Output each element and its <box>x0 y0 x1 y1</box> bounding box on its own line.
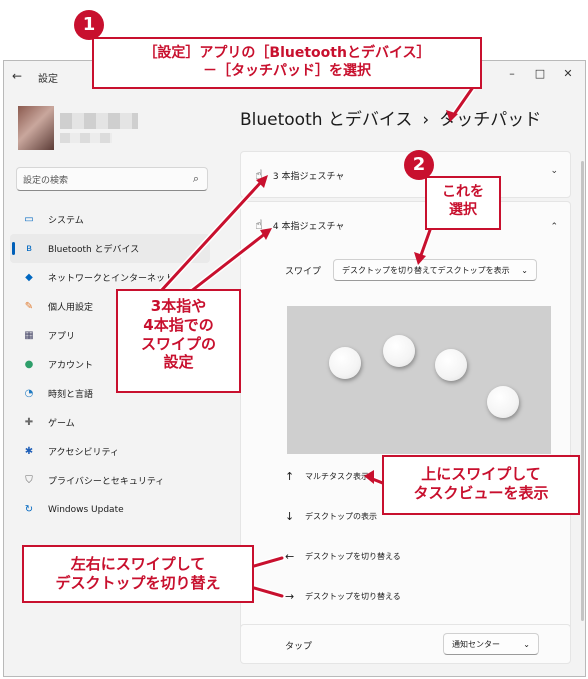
gesture-up-label: マルチタスク表示 <box>305 472 369 481</box>
callout-step1: ［設定］アプリの［Bluetoothとデバイス］ －［タッチパッド］を選択 <box>92 37 482 89</box>
wifi-icon: ◆ <box>25 272 33 283</box>
sidebar-item-label: Bluetooth とデバイス <box>48 245 140 255</box>
callout-select-line2: 選択 <box>449 201 477 218</box>
step-badge-1: 1 <box>74 10 104 40</box>
tap-setting-card: タップ 通知センター ⌄ <box>240 624 571 664</box>
avatar[interactable] <box>18 106 54 150</box>
gesture-down-row: ↓ デスクトップの表示 <box>285 510 377 523</box>
tap-dropdown[interactable]: 通知センター ⌄ <box>443 633 539 655</box>
person-icon: ● <box>24 359 34 370</box>
chevron-down-icon[interactable]: ⌄ <box>550 166 558 176</box>
clock-globe-icon: ◔ <box>24 388 34 399</box>
callout-task-line2: タスクビューを表示 <box>413 483 549 502</box>
callout-fingers-line3: スワイプの <box>140 334 216 353</box>
finger-dot <box>487 386 519 418</box>
four-finger-label: 4 本指ジェスチャ <box>272 222 345 232</box>
shield-icon: ⛉ <box>25 475 33 486</box>
callout-switch-line1: 左右にスワイプして <box>70 555 206 573</box>
callout-switch-line2: デスクトップを切り替え <box>55 573 221 592</box>
sidebar-item-privacy[interactable]: ⛉ プライバシーとセキュリティ <box>10 466 210 495</box>
swipe-dropdown[interactable]: デスクトップを切り替えてデスクトップを表示 ⌄ <box>333 259 537 281</box>
arrow-down-icon: ↓ <box>285 510 295 523</box>
active-indicator <box>12 242 15 255</box>
update-icon: ↻ <box>24 504 34 515</box>
close-button[interactable]: ✕ <box>558 67 578 80</box>
sidebar-item-label: アカウント <box>48 361 94 371</box>
gesture-preview <box>287 306 551 454</box>
sidebar-item-label: プライバシーとセキュリティ <box>48 477 165 487</box>
sidebar-item-network[interactable]: ◆ ネットワークとインターネット <box>10 263 210 292</box>
sidebar-item-label: ネットワークとインターネット <box>48 274 175 284</box>
sidebar-item-windows-update[interactable]: ↻ Windows Update <box>10 495 210 524</box>
sidebar-item-bluetooth[interactable]: ʙ Bluetooth とデバイス <box>10 234 210 263</box>
tap-label: タップ <box>285 642 313 652</box>
sidebar-item-label: Windows Update <box>48 504 124 515</box>
scrollbar[interactable] <box>581 161 584 621</box>
page-title: タッチパッド <box>439 110 542 130</box>
callout-fingers-line2: 4本指での <box>143 315 214 334</box>
callout-step1-line2: －［タッチパッド］を選択 <box>203 62 371 79</box>
breadcrumb-separator: › <box>422 110 430 130</box>
minimize-button[interactable]: – <box>502 67 522 80</box>
chevron-down-icon: ⌄ <box>523 639 530 649</box>
chevron-down-icon: ⌄ <box>521 265 528 275</box>
sidebar-item-label: アプリ <box>48 332 76 342</box>
arrow-right-icon: → <box>285 590 295 603</box>
three-finger-label: 3 本指ジェスチャ <box>272 172 345 182</box>
sidebar-item-label: アクセシビリティ <box>48 448 120 458</box>
gesture-down-label: デスクトップの表示 <box>305 512 377 521</box>
sidebar-item-label: システム <box>48 216 84 226</box>
accessibility-icon: ✱ <box>24 446 34 457</box>
search-input[interactable] <box>17 170 177 192</box>
account-email-blurred <box>60 133 112 143</box>
callout-fingers-line4: 設定 <box>163 353 194 372</box>
swipe-dropdown-value: デスクトップを切り替えてデスクトップを表示 <box>342 265 510 275</box>
sidebar-item-label: ゲーム <box>48 419 75 429</box>
apps-icon: ▦ <box>24 330 34 341</box>
search-box[interactable]: ⌕ <box>16 167 208 192</box>
sidebar-item-label: 時刻と言語 <box>48 390 94 400</box>
gesture-left-label: デスクトップを切り替える <box>305 552 401 561</box>
callout-select: これを 選択 <box>425 176 501 230</box>
sidebar-item-accessibility[interactable]: ✱ アクセシビリティ <box>10 437 210 466</box>
back-arrow-icon[interactable]: ← <box>12 69 22 83</box>
callout-task-view: 上にスワイプして タスクビューを表示 <box>382 455 580 515</box>
gesture-right-label: デスクトップを切り替える <box>305 592 401 601</box>
breadcrumb-parent[interactable]: Bluetooth とデバイス <box>240 110 412 130</box>
callout-select-line1: これを <box>442 184 484 200</box>
hand-touch-icon: ☝ <box>255 218 263 233</box>
chevron-up-icon[interactable]: ⌃ <box>550 222 558 232</box>
account-name-blurred <box>60 113 138 129</box>
search-icon[interactable]: ⌕ <box>193 172 199 186</box>
app-title: 設定 <box>38 74 58 85</box>
gamepad-icon: ✚ <box>24 417 34 428</box>
sidebar-item-gaming[interactable]: ✚ ゲーム <box>10 408 210 437</box>
tap-dropdown-value: 通知センター <box>452 639 500 649</box>
callout-task-line1: 上にスワイプして <box>421 465 541 483</box>
callout-finger-settings: 3本指や 4本指での スワイプの 設定 <box>116 289 241 393</box>
callout-switch-desktop: 左右にスワイプして デスクトップを切り替え <box>22 545 254 603</box>
finger-dot <box>383 335 415 367</box>
step-badge-2: 2 <box>404 150 434 180</box>
callout-step1-line1: ［設定］アプリの［Bluetoothとデバイス］ <box>143 45 431 61</box>
paint-brush-icon: ✎ <box>24 301 34 312</box>
gesture-right-row: → デスクトップを切り替える <box>285 590 401 603</box>
four-finger-gestures-card: ☝ 4 本指ジェスチャ ⌃ スワイプ デスクトップを切り替えてデスクトップを表示… <box>240 201 571 649</box>
callout-fingers-line1: 3本指や <box>150 297 207 315</box>
monitor-icon: ▭ <box>24 214 34 225</box>
sidebar-item-label: 個人用設定 <box>48 303 94 313</box>
hand-touch-icon: ☝ <box>255 168 263 183</box>
finger-dot <box>435 349 467 381</box>
maximize-button[interactable]: □ <box>530 67 550 80</box>
bluetooth-icon: ʙ <box>26 243 32 254</box>
sidebar-item-system[interactable]: ▭ システム <box>10 205 210 234</box>
gesture-up-row: ↑ マルチタスク表示 <box>285 470 369 483</box>
gesture-left-row: ← デスクトップを切り替える <box>285 550 401 563</box>
arrow-left-icon: ← <box>285 550 295 563</box>
breadcrumb: Bluetooth とデバイス › タッチパッド <box>240 105 541 130</box>
swipe-label: スワイプ <box>285 267 322 277</box>
arrow-up-icon: ↑ <box>285 470 295 483</box>
finger-dot <box>329 347 361 379</box>
